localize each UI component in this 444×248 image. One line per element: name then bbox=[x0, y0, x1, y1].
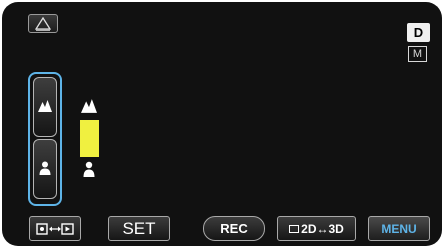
rec-button[interactable]: REC bbox=[203, 216, 265, 241]
focus-far-button[interactable] bbox=[33, 77, 57, 137]
display-toggle-icon bbox=[36, 222, 74, 235]
mode-2d3d-label: 2D↔3D bbox=[301, 221, 344, 236]
near-indicator-icon bbox=[83, 161, 95, 177]
screen-frame-icon bbox=[289, 224, 300, 233]
warning-triangle-icon bbox=[35, 17, 51, 31]
manual-badge: M bbox=[408, 46, 427, 62]
mountain-icon bbox=[38, 100, 52, 112]
mode-2d3d-button[interactable]: 2D↔3D bbox=[277, 216, 356, 241]
focus-level-bar bbox=[80, 120, 99, 157]
far-indicator-icon bbox=[81, 99, 97, 113]
focus-control bbox=[28, 72, 62, 206]
person-icon bbox=[39, 161, 51, 175]
mode-badge: D bbox=[407, 23, 430, 42]
focus-near-button[interactable] bbox=[33, 139, 57, 199]
menu-button[interactable]: MENU bbox=[368, 216, 430, 241]
set-button[interactable]: SET bbox=[108, 216, 170, 241]
top-left-button[interactable] bbox=[28, 14, 58, 33]
display-toggle-button[interactable] bbox=[29, 216, 81, 241]
camera-screen: D M SET REC 2D↔3D MENU bbox=[2, 2, 442, 246]
